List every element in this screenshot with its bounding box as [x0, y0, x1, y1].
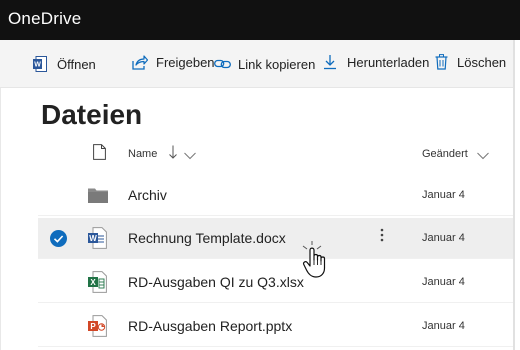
app-title[interactable]: OneDrive	[8, 9, 81, 29]
checkmark-icon[interactable]	[50, 230, 67, 252]
list-item[interactable]: X RD-Ausgaben QI zu Q3.xlsx Januar 4	[38, 262, 513, 303]
svg-text:W: W	[89, 234, 97, 243]
copy-link-button[interactable]: Link kopieren	[214, 40, 315, 88]
copy-link-label: Link kopieren	[238, 56, 316, 72]
link-icon	[214, 58, 231, 70]
list-item[interactable]: Archiv Januar 4	[38, 175, 513, 216]
chevron-down-icon[interactable]	[477, 147, 489, 165]
powerpoint-file-icon: P	[88, 315, 107, 342]
file-modified: Januar 4	[422, 276, 465, 288]
share-icon	[132, 54, 148, 70]
chevron-down-icon[interactable]	[184, 147, 196, 165]
list-item[interactable]: W Rechnung Template.docx Januar 4	[38, 218, 513, 259]
folder-icon	[88, 187, 108, 208]
file-name[interactable]: Rechnung Template.docx	[128, 230, 286, 246]
share-button[interactable]: Freigeben	[132, 38, 215, 86]
hand-pointer-icon	[302, 240, 336, 285]
column-header-name[interactable]: Name	[128, 148, 157, 160]
open-button[interactable]: W Öffnen	[33, 40, 96, 88]
word-file-icon: W	[88, 227, 107, 254]
svg-text:X: X	[90, 278, 96, 287]
command-bar: W Öffnen Freigeben Link kopieren Herunte…	[0, 40, 520, 88]
right-edge	[515, 40, 520, 350]
delete-button[interactable]: Löschen	[435, 38, 506, 86]
sort-down-arrow-icon[interactable]	[169, 145, 177, 164]
left-divider	[0, 88, 1, 350]
list-header: Name Geändert	[38, 138, 513, 170]
page-title: Dateien	[41, 99, 143, 130]
word-file-icon: W	[33, 56, 47, 72]
trash-icon	[435, 54, 448, 70]
delete-label: Löschen	[457, 54, 507, 70]
list-item[interactable]: P RD-Ausgaben Report.pptx Januar 4	[38, 306, 513, 347]
open-label: Öffnen	[57, 56, 96, 72]
file-name[interactable]: RD-Ausgaben QI zu Q3.xlsx	[128, 274, 304, 290]
file-modified: Januar 4	[422, 320, 465, 332]
svg-text:P: P	[90, 322, 96, 331]
download-button[interactable]: Herunterladen	[323, 38, 429, 86]
file-name[interactable]: RD-Ausgaben Report.pptx	[128, 318, 292, 334]
column-header-modified[interactable]: Geändert	[422, 148, 468, 160]
file-modified: Januar 4	[422, 189, 465, 201]
file-name[interactable]: Archiv	[128, 187, 167, 203]
file-type-header-icon[interactable]	[93, 144, 106, 165]
more-vertical-icon[interactable]	[380, 228, 384, 246]
download-icon	[323, 54, 337, 70]
suite-header: OneDrive	[0, 0, 520, 40]
svg-text:W: W	[34, 62, 41, 69]
share-label: Freigeben	[156, 54, 215, 70]
excel-file-icon: X	[88, 271, 107, 298]
file-modified: Januar 4	[422, 232, 465, 244]
download-label: Herunterladen	[347, 54, 430, 70]
